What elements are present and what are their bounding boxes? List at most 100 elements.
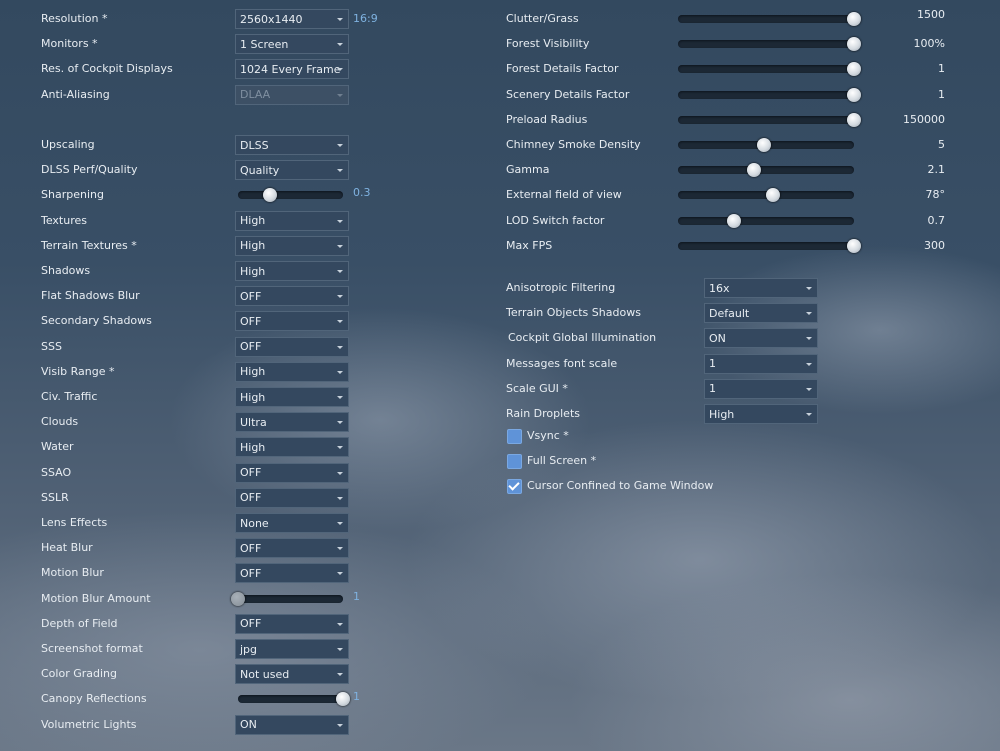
water-value: High (240, 440, 266, 454)
cursor-confined-to-game-window-checkbox[interactable] (507, 479, 522, 495)
sharpening-slider[interactable] (238, 188, 343, 203)
color-grading-value: Not used (240, 667, 290, 681)
motion-blur-value: OFF (240, 566, 262, 580)
clouds-dropdown[interactable]: Ultra (235, 412, 349, 433)
ssao-dropdown[interactable]: OFF (235, 462, 349, 483)
upscaling-dropdown[interactable]: DLSS (235, 135, 349, 155)
vsync-checkbox[interactable] (507, 429, 522, 444)
shadows-label: Shadows (41, 264, 91, 277)
ssao-label: SSAO (41, 465, 72, 479)
clutter-grass-value: 1500 (917, 8, 945, 21)
forest-visibility-slider[interactable] (678, 37, 861, 52)
textures-dropdown[interactable]: High (235, 210, 349, 231)
dlss-perf-quality-label: DLSS Perf/Quality (41, 163, 138, 177)
chevron-down-icon (806, 362, 812, 366)
scenery-details-factor-slider-handle[interactable] (847, 87, 861, 102)
anti-aliasing-label: Anti-Aliasing (41, 87, 110, 101)
chevron-down-icon (337, 446, 343, 450)
depth-of-field-dropdown[interactable]: OFF (235, 613, 349, 634)
chevron-down-icon (337, 471, 343, 475)
messages-font-scale-label: Messages font scale (506, 356, 618, 370)
heat-blur-value: OFF (240, 541, 262, 555)
resolution-dropdown[interactable]: 2560x1440 (235, 9, 349, 29)
screenshot-format-label: Screenshot format (41, 642, 143, 655)
chevron-down-icon (806, 337, 812, 341)
color-grading-dropdown[interactable]: Not used (235, 664, 349, 685)
lod-switch-factor-slider[interactable] (678, 213, 854, 228)
heat-blur-dropdown[interactable]: OFF (235, 538, 349, 559)
lens-effects-label: Lens Effects (41, 516, 108, 529)
gamma-slider-handle[interactable] (746, 163, 761, 178)
chevron-down-icon (337, 320, 343, 324)
chevron-down-icon (806, 413, 812, 416)
gamma-slider[interactable] (678, 163, 854, 178)
chevron-down-icon (337, 219, 343, 223)
visib-range-value: High (240, 365, 266, 379)
civ-traffic-dropdown[interactable]: High (235, 387, 349, 407)
upscaling-value: DLSS (240, 138, 269, 152)
dlss-perf-quality-dropdown[interactable]: Quality (235, 160, 349, 181)
lod-switch-factor-value: 0.7 (927, 213, 946, 227)
resolution-label: Resolution * (41, 12, 108, 25)
full-screen-label[interactable]: Full Screen * (527, 451, 596, 471)
motion-blur-dropdown[interactable]: OFF (235, 563, 349, 584)
rain-droplets-dropdown[interactable]: High (704, 404, 818, 424)
external-field-of-view-slider[interactable] (678, 188, 854, 203)
full-screen-checkbox[interactable] (507, 454, 522, 470)
lens-effects-dropdown[interactable]: None (235, 513, 349, 533)
ssao-value: OFF (240, 466, 262, 480)
heat-blur-label: Heat Blur (41, 541, 93, 555)
canopy-reflections-slider-handle[interactable] (336, 692, 350, 707)
terrain-objects-shadows-dropdown[interactable]: Default (704, 303, 818, 324)
flat-shadows-blur-dropdown[interactable]: OFF (235, 286, 349, 307)
screenshot-format-dropdown[interactable]: jpg (235, 639, 349, 659)
motion-blur-label: Motion Blur (41, 566, 104, 580)
chevron-down-icon (337, 370, 343, 374)
textures-value: High (240, 214, 266, 228)
canopy-reflections-slider[interactable] (238, 692, 350, 707)
forest-visibility-value: 100% (913, 37, 945, 51)
clutter-grass-slider-handle[interactable] (847, 12, 861, 26)
monitors-dropdown[interactable]: 1 Screen (235, 34, 349, 55)
visib-range-dropdown[interactable]: High (235, 361, 349, 382)
sss-dropdown[interactable]: OFF (235, 336, 349, 357)
shadows-dropdown[interactable]: High (235, 261, 349, 281)
forest-visibility-label: Forest Visibility (506, 37, 590, 51)
sharpening-slider-handle[interactable] (262, 188, 277, 203)
max-fps-slider[interactable] (678, 238, 861, 253)
res-of-cockpit-displays-dropdown[interactable]: 1024 Every Frame (235, 59, 349, 80)
forest-details-factor-slider-handle[interactable] (847, 62, 861, 77)
water-dropdown[interactable]: High (235, 437, 349, 458)
chevron-down-icon (806, 312, 812, 316)
chimney-smoke-density-slider[interactable] (678, 138, 854, 152)
upscaling-label: Upscaling (41, 138, 95, 151)
anisotropic-filtering-value: 16x (709, 281, 730, 295)
chevron-down-icon (337, 144, 343, 147)
terrain-textures-dropdown[interactable]: High (235, 235, 349, 256)
max-fps-value: 300 (924, 238, 945, 252)
volumetric-lights-dropdown[interactable]: ON (235, 714, 349, 735)
secondary-shadows-dropdown[interactable]: OFF (235, 311, 349, 332)
cursor-confined-to-game-window-label[interactable]: Cursor Confined to Game Window (527, 476, 713, 496)
sslr-dropdown[interactable]: OFF (235, 487, 349, 508)
clutter-grass-slider[interactable] (678, 12, 861, 26)
forest-details-factor-slider[interactable] (678, 62, 861, 77)
lod-switch-factor-slider-handle[interactable] (727, 213, 742, 228)
monitors-label: Monitors * (41, 37, 98, 51)
chimney-smoke-density-slider-handle[interactable] (757, 138, 772, 152)
chevron-down-icon (337, 244, 343, 248)
anisotropic-filtering-dropdown[interactable]: 16x (704, 278, 818, 298)
preload-radius-slider[interactable] (678, 112, 861, 127)
max-fps-label: Max FPS (506, 238, 553, 252)
external-field-of-view-slider-handle[interactable] (766, 188, 781, 203)
scenery-details-factor-slider[interactable] (678, 87, 861, 102)
anti-aliasing-value: DLAA (240, 88, 271, 102)
cockpit-global-illumination-dropdown[interactable]: ON (704, 328, 818, 349)
vsync-label[interactable]: Vsync * (527, 426, 569, 446)
max-fps-slider-handle[interactable] (847, 238, 861, 253)
chimney-smoke-density-value: 5 (938, 138, 945, 151)
messages-font-scale-dropdown[interactable]: 1 (704, 353, 818, 374)
forest-visibility-slider-handle[interactable] (847, 37, 861, 52)
preload-radius-slider-handle[interactable] (847, 112, 861, 127)
scale-gui-dropdown[interactable]: 1 (704, 378, 818, 399)
